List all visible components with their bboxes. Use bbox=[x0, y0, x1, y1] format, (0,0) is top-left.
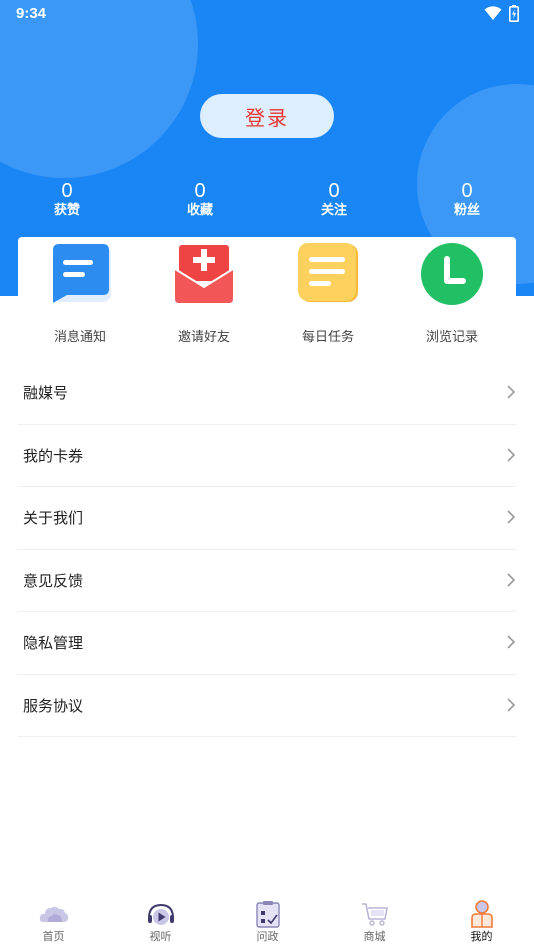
chevron-right-icon bbox=[507, 635, 516, 649]
settings-menu: 融媒号 我的卡券 关于我们 意见反馈 隐私管理 服务协议 bbox=[18, 362, 516, 737]
chevron-right-icon bbox=[507, 385, 516, 399]
quick-action-history[interactable]: 浏览记录 bbox=[390, 237, 514, 357]
tab-mall[interactable]: 商城 bbox=[321, 893, 428, 950]
stat-value: 0 bbox=[328, 180, 340, 202]
bottom-tab-bar: 首页 视听 问政 商城 我的 bbox=[0, 893, 534, 950]
tab-mine[interactable]: 我的 bbox=[428, 893, 534, 950]
wifi-icon bbox=[484, 6, 502, 20]
quick-action-invite[interactable]: 邀请好友 bbox=[142, 237, 266, 357]
cart-icon bbox=[362, 903, 388, 926]
stat-following[interactable]: 0 关注 bbox=[294, 180, 374, 220]
home-cloud-icon bbox=[39, 906, 69, 922]
menu-item-label: 融媒号 bbox=[23, 384, 69, 402]
menu-item-label: 服务协议 bbox=[23, 696, 84, 715]
clipboard-icon bbox=[256, 901, 280, 928]
task-list-icon bbox=[298, 243, 358, 302]
tab-inquiry[interactable]: 问政 bbox=[214, 893, 321, 950]
stat-value: 0 bbox=[61, 180, 73, 202]
menu-item-label: 隐私管理 bbox=[23, 634, 84, 652]
menu-item-privacy[interactable]: 隐私管理 bbox=[18, 612, 516, 675]
stat-label: 关注 bbox=[320, 203, 347, 218]
tab-label: 首页 bbox=[42, 930, 65, 943]
stat-value: 0 bbox=[194, 180, 206, 202]
chevron-right-icon bbox=[507, 572, 516, 587]
chevron-right-icon bbox=[507, 447, 516, 462]
invite-envelope-icon bbox=[174, 245, 234, 303]
stat-fans[interactable]: 0 粉丝 bbox=[427, 180, 507, 220]
stat-value: 0 bbox=[461, 180, 473, 202]
stat-label: 粉丝 bbox=[453, 203, 480, 218]
stat-label: 获赞 bbox=[53, 203, 80, 218]
tab-home[interactable]: 首页 bbox=[0, 893, 107, 950]
person-icon bbox=[471, 900, 493, 928]
play-headphones-icon bbox=[148, 903, 174, 925]
tab-label: 视听 bbox=[149, 930, 172, 943]
status-bar: 9:34 bbox=[0, 0, 534, 28]
quick-action-messages[interactable]: 消息通知 bbox=[18, 237, 142, 357]
stat-likes[interactable]: 0 获赞 bbox=[27, 180, 107, 220]
tab-label: 商城 bbox=[363, 930, 386, 943]
quick-action-label: 浏览记录 bbox=[425, 330, 478, 345]
menu-item-label: 意见反馈 bbox=[23, 571, 84, 590]
quick-action-label: 消息通知 bbox=[53, 330, 106, 345]
stat-label: 收藏 bbox=[186, 203, 213, 218]
menu-item-label: 我的卡券 bbox=[23, 446, 84, 465]
menu-item-coupons[interactable]: 我的卡券 bbox=[18, 425, 516, 487]
quick-actions-card: 消息通知 邀请好友 每日任务 浏览记录 bbox=[18, 237, 516, 357]
clock-icon bbox=[421, 243, 483, 305]
stat-favorites[interactable]: 0 收藏 bbox=[160, 180, 240, 220]
chevron-right-icon bbox=[507, 697, 516, 712]
menu-item-feedback[interactable]: 意见反馈 bbox=[18, 550, 516, 612]
tab-label: 我的 bbox=[470, 930, 493, 943]
menu-item-service-agreement[interactable]: 服务协议 bbox=[18, 675, 516, 737]
message-icon bbox=[53, 244, 111, 303]
quick-action-label: 邀请好友 bbox=[177, 330, 230, 345]
login-button[interactable]: 登录 bbox=[200, 94, 334, 138]
menu-item-media-account[interactable]: 融媒号 bbox=[18, 362, 516, 425]
chevron-right-icon bbox=[507, 510, 516, 524]
menu-item-about-us[interactable]: 关于我们 bbox=[18, 487, 516, 550]
quick-action-label: 每日任务 bbox=[301, 330, 354, 345]
quick-action-daily-tasks[interactable]: 每日任务 bbox=[266, 237, 390, 357]
menu-item-label: 关于我们 bbox=[23, 509, 84, 527]
battery-icon bbox=[509, 5, 519, 22]
status-time: 9:34 bbox=[16, 5, 47, 22]
tab-label: 问政 bbox=[256, 930, 279, 943]
tab-audio-video[interactable]: 视听 bbox=[107, 893, 214, 950]
